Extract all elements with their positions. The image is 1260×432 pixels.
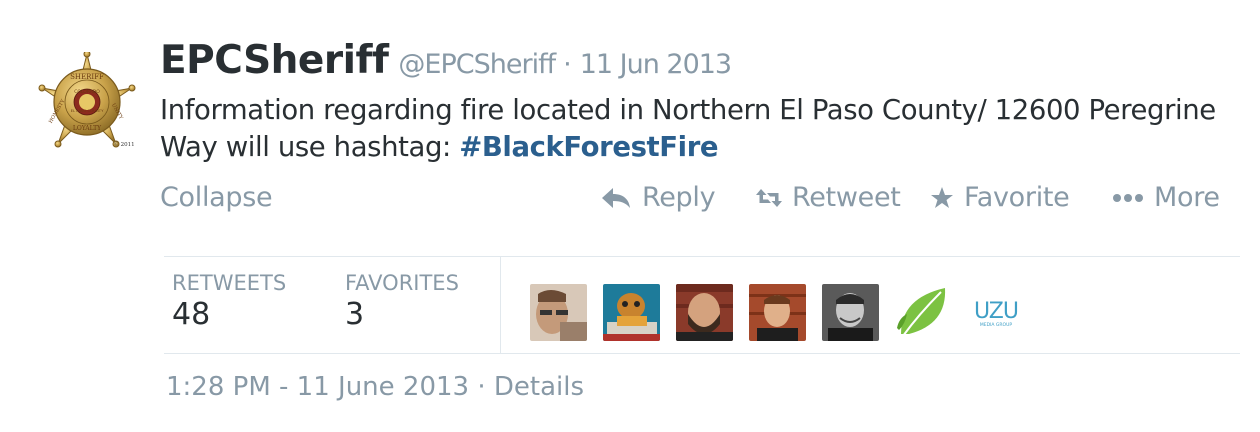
reply-icon bbox=[602, 187, 630, 208]
user-avatar[interactable] bbox=[749, 284, 806, 341]
favorites-label: FAVORITES bbox=[345, 271, 459, 295]
uzu-logo: UZU MEDIA GROUP bbox=[968, 284, 1025, 341]
footer-separator: · bbox=[477, 372, 486, 402]
user-avatar[interactable] bbox=[603, 284, 660, 341]
uzu-logo-text: UZU bbox=[974, 299, 1018, 324]
reply-button[interactable]: Reply bbox=[600, 182, 716, 213]
retweets-label: RETWEETS bbox=[172, 271, 287, 295]
seal-top-text: SHERIFF bbox=[70, 73, 104, 81]
tweet-text: Information regarding fire located in No… bbox=[160, 92, 1250, 166]
stats-divider bbox=[500, 257, 501, 353]
user-avatar[interactable] bbox=[530, 284, 587, 341]
star-icon bbox=[931, 186, 953, 208]
favoriter-avatars: UZU MEDIA GROUP bbox=[530, 284, 1041, 341]
uzu-logo-subtext: MEDIA GROUP bbox=[980, 322, 1012, 328]
more-dots-icon bbox=[1113, 193, 1143, 202]
retweets-count: 48 bbox=[172, 297, 211, 332]
user-avatar[interactable] bbox=[895, 284, 952, 341]
favorites-stat[interactable]: FAVORITES 3 bbox=[345, 271, 459, 332]
seal-bottom-text: LOYALTY bbox=[73, 125, 102, 132]
tweet-footer: 1:28 PM - 11 June 2013 · Details bbox=[166, 372, 584, 402]
account-fullname[interactable]: EPCSheriff bbox=[160, 38, 389, 83]
tweet-stats: RETWEETS 48 FAVORITES 3 UZU MEDIA GROUP bbox=[164, 256, 1240, 354]
tweet-timestamp[interactable]: 11 Jun 2013 bbox=[580, 49, 732, 80]
tweet-detail: SHERIFF COLORADO EL PASO COUNTY LOYALTY … bbox=[0, 0, 1260, 432]
seal-ring-text: EL PASO COUNTY bbox=[71, 108, 105, 113]
favorite-button[interactable]: Favorite bbox=[930, 182, 1070, 213]
user-avatar[interactable]: UZU MEDIA GROUP bbox=[968, 284, 1025, 341]
leaf-icon bbox=[895, 284, 952, 341]
details-link[interactable]: Details bbox=[494, 372, 584, 402]
reply-label: Reply bbox=[642, 182, 716, 213]
collapse-link[interactable]: Collapse bbox=[160, 182, 273, 213]
profile-avatar[interactable]: SHERIFF COLORADO EL PASO COUNTY LOYALTY … bbox=[38, 50, 136, 150]
user-avatar[interactable] bbox=[676, 284, 733, 341]
full-timestamp[interactable]: 1:28 PM - 11 June 2013 bbox=[166, 372, 469, 402]
user-avatar[interactable] bbox=[822, 284, 879, 341]
seal-state-text: COLORADO bbox=[74, 89, 100, 95]
retweets-stat[interactable]: RETWEETS 48 bbox=[172, 271, 286, 332]
seal-copyright: © 2011 bbox=[113, 141, 134, 148]
account-username[interactable]: @EPCSheriff bbox=[398, 49, 556, 80]
retweet-label: Retweet bbox=[792, 182, 901, 213]
tweet-actions: Collapse Reply Retweet Favorite More bbox=[160, 182, 1240, 222]
favorites-count: 3 bbox=[345, 297, 365, 332]
retweet-icon bbox=[756, 188, 782, 207]
hashtag-link[interactable]: #BlackForestFire bbox=[459, 131, 718, 163]
more-label: More bbox=[1154, 182, 1220, 213]
tweet-header: EPCSheriff @EPCSheriff · 11 Jun 2013 bbox=[160, 38, 732, 83]
favorite-label: Favorite bbox=[964, 182, 1070, 213]
header-separator: · bbox=[563, 49, 572, 80]
more-button[interactable]: More bbox=[1112, 182, 1220, 213]
retweet-button[interactable]: Retweet bbox=[756, 182, 901, 213]
